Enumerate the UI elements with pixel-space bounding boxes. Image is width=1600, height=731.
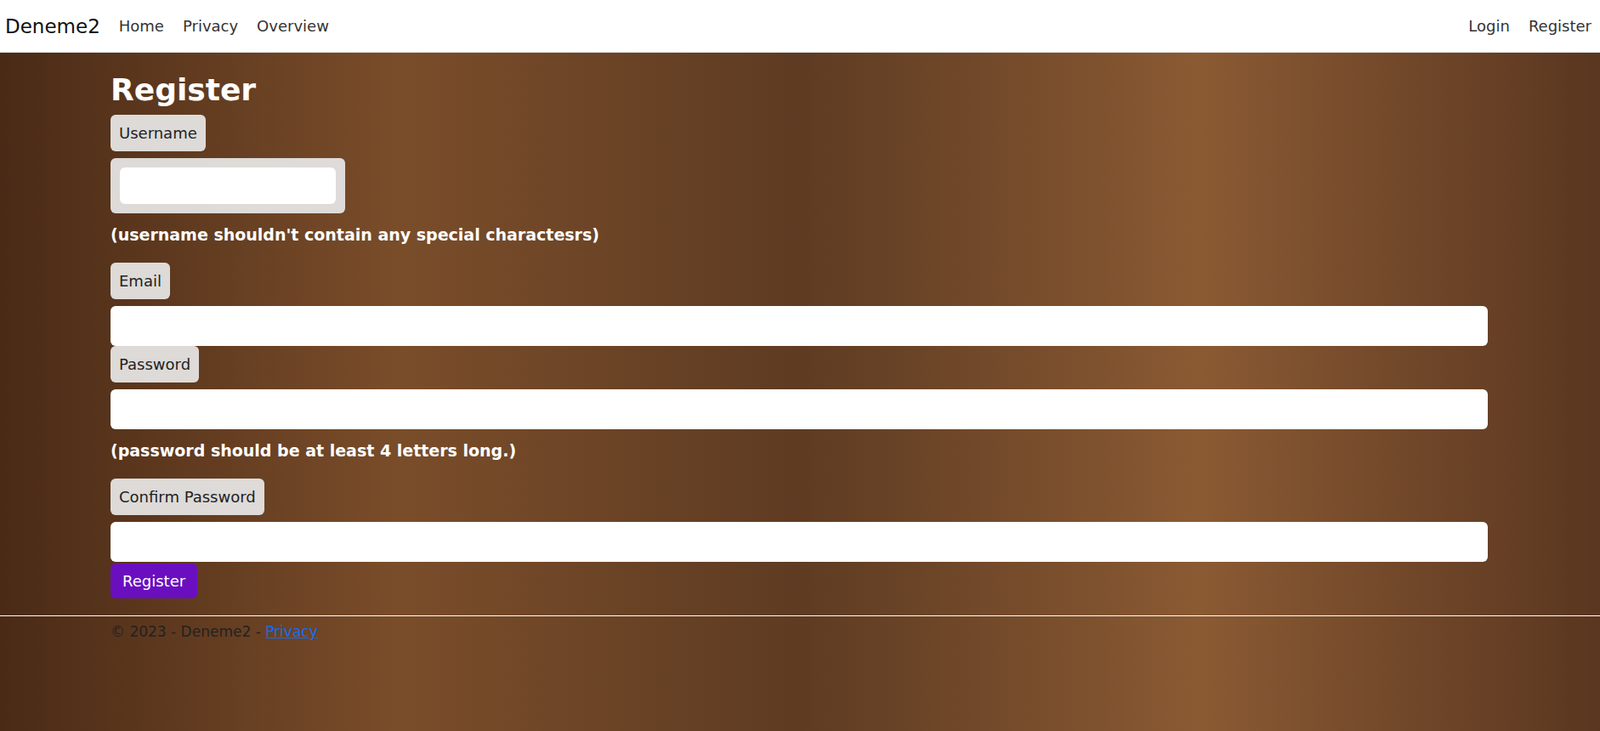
form-field: Email bbox=[110, 262, 1488, 347]
text-input[interactable] bbox=[110, 389, 1488, 430]
text-input[interactable] bbox=[110, 306, 1488, 347]
form-field: Confirm Password bbox=[110, 478, 1488, 562]
nav-links: Home Privacy Overview bbox=[119, 17, 330, 35]
nav-link[interactable]: Privacy bbox=[182, 17, 239, 35]
text-input[interactable] bbox=[119, 167, 336, 205]
field-label: Password bbox=[110, 346, 199, 383]
field-label: Confirm Password bbox=[110, 478, 265, 516]
auth-links: Login Register bbox=[1468, 17, 1592, 35]
register-form: Register Username (username shouldn't cont… bbox=[110, 52, 1488, 599]
auth-link[interactable]: Login bbox=[1468, 17, 1510, 35]
navbar: Deneme2 Home Privacy Overview Login Register bbox=[0, 0, 1600, 53]
text-input[interactable] bbox=[110, 521, 1488, 562]
auth-link[interactable]: Register bbox=[1528, 17, 1592, 35]
footer-text: © 2023 - Deneme2 - bbox=[110, 623, 266, 641]
form-title: Register bbox=[110, 71, 1488, 108]
brand-link[interactable]: Deneme2 bbox=[5, 15, 101, 38]
register-button[interactable]: Register bbox=[110, 563, 198, 599]
background-photo: Register Username (username shouldn't cont… bbox=[0, 52, 1600, 731]
nav-link[interactable]: Overview bbox=[256, 17, 330, 35]
field-label: Email bbox=[110, 262, 171, 300]
field-label: Username bbox=[110, 114, 206, 152]
footer: © 2023 - Deneme2 - Privacy bbox=[0, 615, 1600, 641]
field-hint: (username shouldn't contain any special … bbox=[110, 225, 600, 244]
form-field: Username (username shouldn't contain any … bbox=[110, 114, 1488, 263]
input-frame bbox=[110, 158, 346, 214]
nav-link[interactable]: Home bbox=[119, 17, 165, 35]
page: Deneme2HomePrivacyOverviewLoginRegisterR… bbox=[0, 0, 1600, 731]
footer-privacy-link[interactable]: Privacy bbox=[265, 623, 318, 641]
field-hint: (password should be at least 4 letters l… bbox=[110, 441, 517, 460]
form-field: Password (password should be at least 4 l… bbox=[110, 346, 1488, 479]
